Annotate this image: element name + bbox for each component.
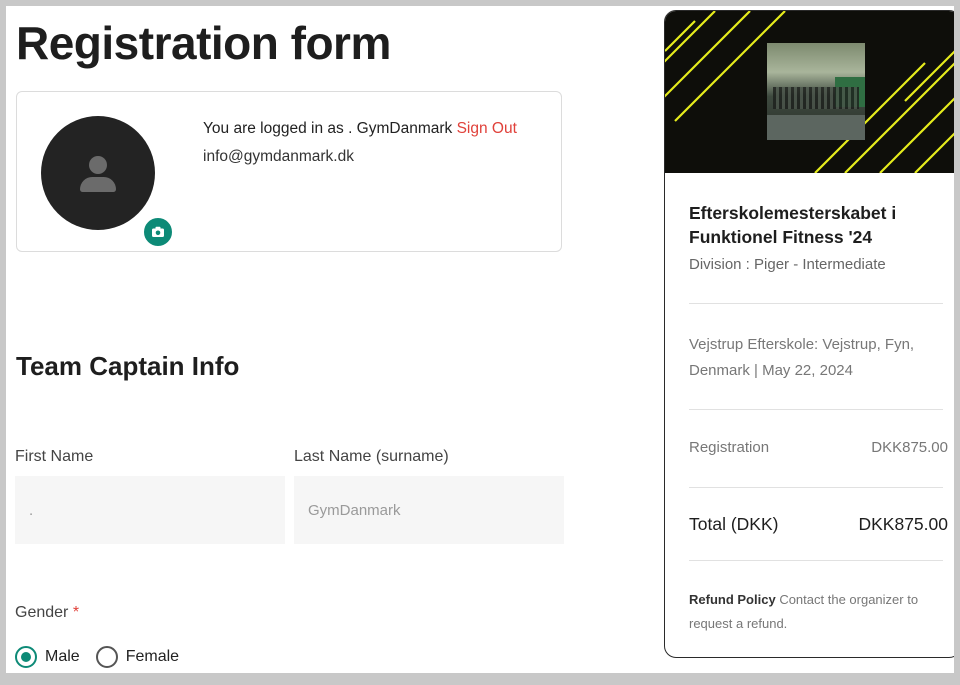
gender-option-male[interactable]: Male	[15, 646, 80, 668]
event-division: Division : Piger - Intermediate	[689, 256, 886, 273]
photo-floor	[767, 115, 865, 140]
radio-male-label: Male	[45, 648, 80, 665]
radio-female-label: Female	[125, 648, 180, 665]
event-summary-card: Efterskolemesterskabet i Funktionel Fitn…	[664, 10, 954, 658]
photo-crowd	[773, 87, 859, 109]
refund-policy: Refund Policy Contact the organizer to r…	[689, 588, 949, 636]
first-name-input[interactable]	[15, 476, 285, 544]
first-name-label: First Name	[15, 448, 94, 465]
radio-female[interactable]	[95, 646, 118, 668]
event-venue-date: Vejstrup Efterskole: Vejstrup, Fyn, Denm…	[689, 336, 915, 379]
event-photo	[767, 43, 865, 140]
last-name-input[interactable]	[294, 476, 564, 544]
section-title-team-captain: Team Captain Info	[16, 351, 240, 381]
divider	[689, 560, 943, 561]
event-banner	[665, 11, 954, 173]
user-email: info@gymdanmark.dk	[203, 148, 354, 165]
gender-label-text: Gender	[15, 604, 69, 621]
gender-label: Gender *	[15, 604, 79, 622]
radio-male[interactable]	[15, 646, 37, 668]
divider	[689, 487, 943, 488]
last-name-label: Last Name (surname)	[294, 448, 449, 465]
total-price: DKK875.00	[858, 514, 948, 534]
logged-in-prefix: You are logged in as . GymDanmark	[203, 120, 457, 137]
required-mark: *	[72, 604, 80, 621]
registration-price: DKK875.00	[871, 439, 948, 456]
event-title: Efterskolemesterskabet i Funktionel Fitn…	[689, 203, 897, 247]
page: Registration form You are logged in as .…	[6, 6, 954, 673]
divider	[689, 409, 943, 410]
person-icon	[89, 156, 107, 174]
registration-label: Registration	[689, 439, 770, 456]
divider	[689, 303, 943, 304]
sign-out-link[interactable]: Sign Out	[457, 120, 517, 137]
gender-radio-group: Male Female	[15, 646, 195, 668]
camera-icon	[152, 226, 164, 237]
person-body-icon	[80, 177, 116, 192]
gender-option-female[interactable]: Female	[95, 646, 180, 668]
profile-card: You are logged in as . GymDanmark Sign O…	[16, 91, 562, 252]
page-title: Registration form	[16, 17, 391, 69]
logged-in-text: You are logged in as . GymDanmark Sign O…	[203, 120, 517, 138]
avatar	[41, 116, 175, 249]
change-photo-button[interactable]	[141, 215, 175, 249]
refund-policy-label: Refund Policy	[689, 592, 776, 607]
total-label: Total (DKK)	[689, 514, 779, 534]
